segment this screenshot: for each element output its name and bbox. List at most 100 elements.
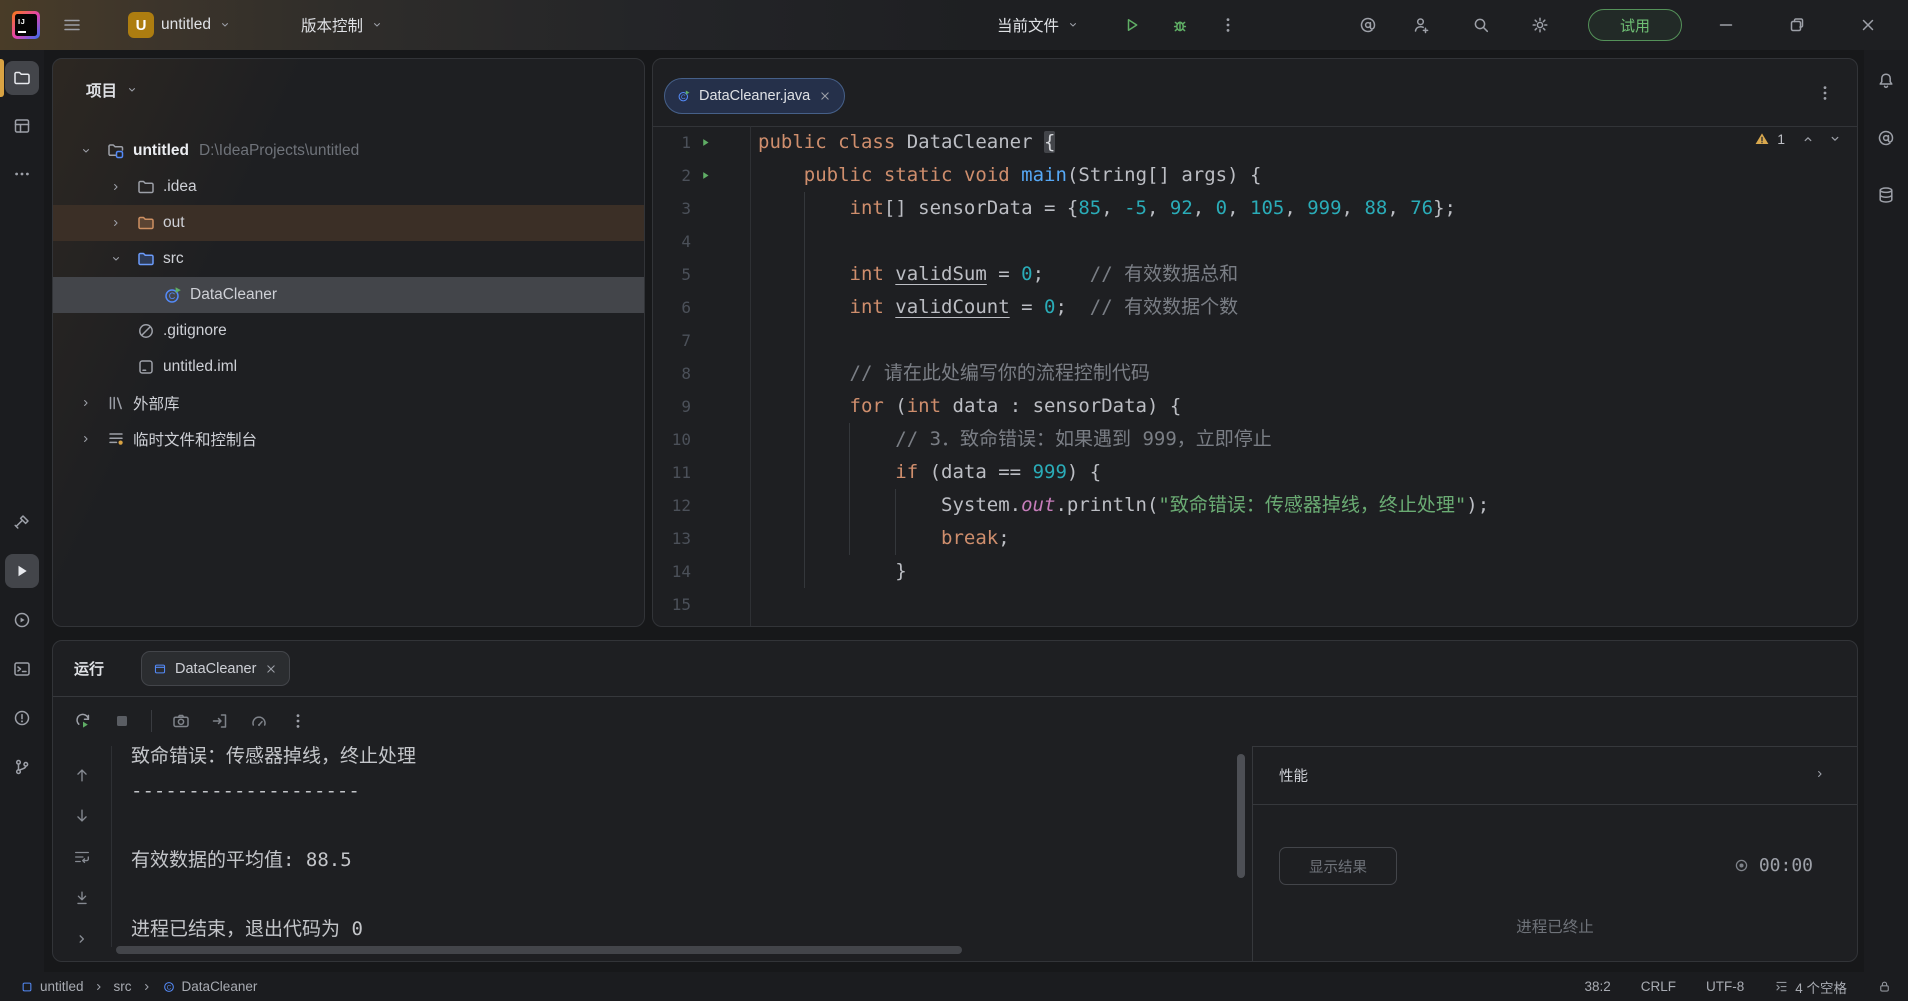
main-menu-button[interactable]: [62, 0, 82, 50]
git-branch-button[interactable]: [5, 750, 39, 784]
add-user-icon[interactable]: [1412, 15, 1432, 35]
editor-options-kebab-icon[interactable]: [1815, 83, 1835, 103]
maximize-icon[interactable]: [1787, 15, 1807, 35]
ai-assistant-icon[interactable]: [1358, 15, 1378, 35]
chevron-right-icon[interactable]: [1813, 767, 1827, 781]
tree-item[interactable]: 外部库: [53, 385, 644, 421]
lock-widget[interactable]: [1877, 979, 1892, 994]
project-folder-icon: [106, 141, 126, 161]
breadcrumb-item[interactable]: untitled: [20, 979, 84, 994]
ai-assistant-button[interactable]: [1869, 121, 1903, 155]
more-button[interactable]: [5, 157, 39, 191]
services-button[interactable]: [5, 603, 39, 637]
editor-code-area[interactable]: 1public class DataCleaner {2 public stat…: [653, 126, 1857, 626]
database-button[interactable]: [1869, 178, 1903, 212]
chevron-right-icon[interactable]: [109, 216, 123, 230]
console-vertical-scrollbar[interactable]: [1237, 754, 1245, 878]
console-output[interactable]: 致命错误：传感器掉线，终止处理--------------------有效数据的…: [131, 739, 1231, 946]
show-result-button[interactable]: 显示结果: [1279, 847, 1397, 885]
tree-item[interactable]: .gitignore: [53, 313, 644, 349]
kebab-icon[interactable]: [1218, 15, 1238, 35]
folder-button[interactable]: [5, 61, 39, 95]
performance-title: 性能: [1279, 747, 1308, 804]
bell-button[interactable]: [1869, 64, 1903, 98]
run-line-gutter-icon[interactable]: [691, 126, 719, 159]
caret-position-widget[interactable]: 38:2: [1584, 979, 1610, 994]
encoding-widget[interactable]: UTF-8: [1706, 979, 1744, 994]
breadcrumb-item[interactable]: CDataCleaner: [162, 979, 258, 994]
camera-icon[interactable]: [171, 711, 191, 731]
gutter-gap: [719, 489, 758, 522]
chevron-down-icon[interactable]: [109, 252, 136, 266]
tree-item[interactable]: src: [53, 241, 644, 277]
chevron-right-icon[interactable]: [79, 396, 93, 410]
vcs-widget[interactable]: 版本控制: [301, 0, 384, 50]
project-name: untitled: [161, 16, 211, 34]
chevron-right-icon[interactable]: [109, 180, 136, 194]
close-icon[interactable]: [264, 662, 278, 676]
code-line: 13 break;: [653, 522, 1857, 555]
problems-button[interactable]: [5, 701, 39, 735]
chevron-right-icon[interactable]: [79, 432, 106, 446]
project-panel-header[interactable]: 项目: [86, 79, 139, 101]
indent-widget[interactable]: 4 个空格: [1774, 977, 1847, 997]
chevron-right-icon[interactable]: [73, 930, 91, 948]
gauge-icon[interactable]: [249, 711, 269, 731]
run-line-gutter-icon[interactable]: [691, 159, 719, 192]
svg-text:C: C: [166, 984, 171, 991]
rerun-icon[interactable]: [73, 711, 93, 731]
tree-item[interactable]: .idea: [53, 169, 644, 205]
arrow-up-icon[interactable]: [73, 766, 91, 784]
run-button[interactable]: [5, 554, 39, 588]
terminal-button[interactable]: [5, 652, 39, 686]
tree-item[interactable]: untitledD:\IdeaProjects\untitled: [53, 133, 644, 169]
gutter-separator: [750, 126, 751, 626]
chevron-down-icon[interactable]: [109, 252, 123, 266]
svg-text:C: C: [681, 94, 686, 101]
chevron-down-icon[interactable]: [79, 144, 106, 158]
tree-item[interactable]: 临时文件和控制台: [53, 421, 644, 457]
chevron-right-icon[interactable]: [79, 432, 93, 446]
build-button[interactable]: [5, 505, 39, 539]
console-line: 有效数据的平均值: 88.5: [131, 843, 1231, 878]
code-text: public class DataCleaner {: [758, 126, 1055, 159]
console-rail-separator: [111, 746, 112, 947]
run-tab-datacleaner[interactable]: DataCleaner: [141, 651, 290, 686]
tree-item[interactable]: untitled.iml: [53, 349, 644, 385]
close-icon[interactable]: [818, 89, 832, 103]
gutter-spacer: [691, 489, 719, 522]
stop-icon[interactable]: [112, 711, 132, 731]
close-icon[interactable]: [1858, 15, 1878, 35]
scroll-end-icon[interactable]: [73, 889, 91, 907]
gear-icon[interactable]: [1530, 15, 1550, 35]
tree-item[interactable]: CDataCleaner: [53, 277, 644, 313]
tree-item[interactable]: out: [53, 205, 644, 241]
run-icon[interactable]: [699, 169, 712, 182]
import-console-icon[interactable]: [210, 711, 230, 731]
debug-icon[interactable]: [1170, 15, 1190, 35]
arrow-down-icon[interactable]: [73, 807, 91, 825]
timer-value: 00:00: [1759, 855, 1813, 876]
kebab-icon[interactable]: [288, 711, 308, 731]
breadcrumb-item[interactable]: src: [114, 979, 132, 994]
minimize-icon[interactable]: [1716, 15, 1736, 35]
run-config-selector[interactable]: 当前文件: [997, 0, 1080, 50]
chevron-down-icon[interactable]: [79, 144, 93, 158]
indent-icon: [1774, 979, 1789, 994]
line-ending-widget[interactable]: CRLF: [1641, 979, 1676, 994]
gutter-spacer: [691, 456, 719, 489]
run-icon[interactable]: [699, 136, 712, 149]
console-horizontal-scrollbar[interactable]: [116, 946, 962, 954]
project-widget[interactable]: U untitled: [128, 0, 232, 50]
play-icon[interactable]: [1122, 15, 1142, 35]
structure-button[interactable]: [5, 109, 39, 143]
chevron-right-icon[interactable]: [79, 396, 106, 410]
trial-button[interactable]: 试用: [1588, 0, 1682, 50]
line-number: 4: [653, 225, 691, 258]
chevron-right-icon[interactable]: [109, 216, 136, 230]
chevron-right-icon[interactable]: [109, 180, 123, 194]
search-icon[interactable]: [1471, 15, 1491, 35]
code-text: System.out.println("致命错误：传感器掉线，终止处理");: [758, 489, 1489, 522]
soft-wrap-icon[interactable]: [73, 848, 91, 866]
editor-tab-datacleaner[interactable]: C DataCleaner.java: [664, 78, 845, 114]
